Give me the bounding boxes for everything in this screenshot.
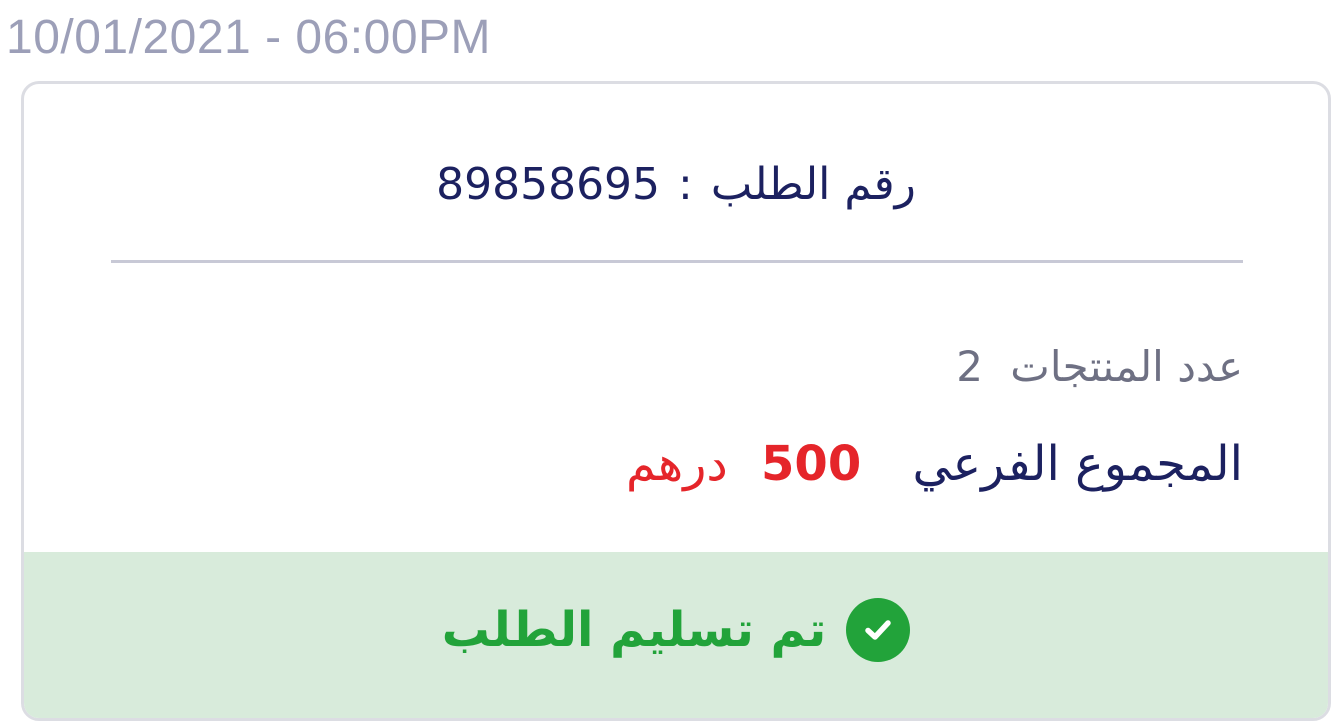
subtotal-label: المجموع الفرعي bbox=[912, 436, 1243, 492]
subtotal-currency: درهم bbox=[625, 436, 728, 492]
product-count-label: عدد المنتجات bbox=[1010, 342, 1243, 391]
subtotal-row: المجموع الفرعي 500 درهم bbox=[626, 424, 1243, 504]
order-status-text: تم تسليم الطلب bbox=[441, 602, 827, 658]
order-number-row: رقم الطلب : 89858695 bbox=[24, 144, 1328, 224]
order-number-separator: : bbox=[678, 158, 693, 210]
product-count-value: 2 bbox=[956, 342, 983, 391]
order-status: تم تسليم الطلب bbox=[441, 590, 911, 670]
product-count-row: عدد المنتجات 2 bbox=[956, 332, 1243, 402]
card-divider bbox=[111, 260, 1243, 263]
check-circle-icon bbox=[846, 598, 911, 662]
order-timestamp: 10/01/2021 - 06:00PM bbox=[6, 11, 492, 64]
order-status-bar: تم تسليم الطلب bbox=[24, 552, 1328, 718]
order-card[interactable]: رقم الطلب : 89858695 عدد المنتجات 2 المج… bbox=[21, 81, 1331, 721]
order-number-value: 89858695 bbox=[436, 158, 661, 210]
order-number-label: رقم الطلب bbox=[710, 158, 916, 210]
subtotal-amount: 500 bbox=[761, 436, 862, 492]
